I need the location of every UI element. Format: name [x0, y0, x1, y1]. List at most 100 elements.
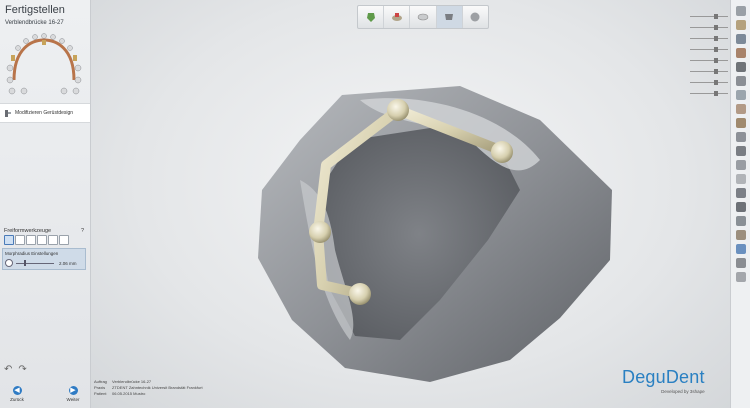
view-button-model[interactable] [384, 6, 411, 28]
zoom-icon[interactable] [736, 20, 746, 30]
right-toolbar [730, 0, 750, 408]
modify-framework-item[interactable]: Modifizieren Gerüstdesign [0, 103, 90, 123]
tooth-icon[interactable] [72, 87, 80, 95]
attachment-sphere[interactable] [491, 141, 513, 163]
radius-knob-icon[interactable] [5, 259, 13, 267]
texture-icon[interactable] [736, 230, 746, 240]
left-panel: Fertigstellen Verblendbrücke 16-27 Modif… [0, 0, 91, 408]
morph-tool-button[interactable] [4, 235, 14, 245]
opacity-slider[interactable] [690, 58, 728, 63]
case-info: Auftrag Verblendbrücke 16-27 Praxis ZTDENT… [94, 379, 203, 398]
tooth-icon[interactable] [60, 87, 68, 95]
tooth-icon[interactable] [74, 64, 82, 72]
fit-icon[interactable] [736, 62, 746, 72]
tooth-chart[interactable] [2, 28, 86, 96]
next-button[interactable]: ▶ Weiter [62, 386, 84, 402]
view-front-icon[interactable] [736, 76, 746, 86]
modify-label: Modifizieren Gerüstdesign [15, 110, 74, 116]
undo-redo: ↶ ↷ [4, 364, 27, 375]
tooth-icon[interactable] [8, 87, 16, 95]
tooth-icon[interactable] [59, 38, 65, 44]
smooth-tool-button[interactable] [37, 235, 47, 245]
occlusal-icon[interactable] [736, 118, 746, 128]
warning-icon[interactable] [736, 132, 746, 142]
attachment-sphere[interactable] [387, 99, 409, 121]
practice-value: ZTDENT Zahntechnik Universit Brandstät F… [112, 385, 203, 391]
measure-icon[interactable] [736, 188, 746, 198]
scale-tool-button[interactable] [48, 235, 58, 245]
eye-icon [417, 13, 429, 21]
opacity-slider[interactable] [690, 47, 728, 52]
radius-slider-thumb[interactable] [24, 259, 26, 266]
redo-icon[interactable]: ↷ [18, 364, 26, 375]
pan-icon[interactable] [736, 48, 746, 58]
section-icon[interactable] [736, 202, 746, 212]
tooth-icon[interactable] [6, 64, 14, 72]
dental-model[interactable] [91, 0, 730, 408]
help-icon[interactable] [736, 272, 746, 282]
tooth-icon[interactable] [6, 76, 14, 84]
view-button-solid[interactable] [436, 6, 463, 28]
tooth-icon[interactable] [41, 33, 47, 39]
info-icon[interactable] [736, 258, 746, 268]
tooth-icon[interactable] [23, 38, 29, 44]
color-icon[interactable] [736, 244, 746, 254]
back-label: Zurück [10, 397, 24, 402]
tooth-icon [366, 13, 375, 22]
opacity-slider[interactable] [690, 14, 728, 19]
abutment-icon [42, 40, 46, 45]
tooth-icon[interactable] [20, 87, 28, 95]
modify-tool-icon [5, 109, 11, 117]
attachment-sphere[interactable] [309, 221, 331, 243]
view-button-transparent[interactable] [410, 6, 437, 28]
opacity-slider[interactable] [690, 69, 728, 74]
view-back-icon[interactable] [736, 90, 746, 100]
opacity-slider[interactable] [690, 80, 728, 85]
radius-value: 2.06 mm [59, 260, 77, 266]
view-side-icon[interactable] [736, 104, 746, 114]
patient-label: Patient [94, 391, 107, 397]
tooth-icon[interactable] [67, 45, 73, 51]
freeform-tools-header: Freiformwerkzeuge ? [2, 226, 86, 235]
move-tool-button[interactable] [59, 235, 69, 245]
undo-icon[interactable]: ↶ [4, 364, 12, 375]
developed-by: Developed by 3shape [661, 389, 705, 394]
abutment-icon [73, 55, 77, 61]
freeform-toolbar [2, 235, 86, 245]
tooth-icon[interactable] [15, 45, 21, 51]
back-button[interactable]: ◀ Zurück [6, 386, 28, 402]
back-arrow-icon: ◀ [12, 386, 22, 395]
opacity-slider[interactable] [690, 25, 728, 30]
opacity-slider[interactable] [690, 91, 728, 96]
camera-icon[interactable] [736, 160, 746, 170]
help-icon[interactable]: ? [81, 228, 84, 234]
visibility-sliders [690, 6, 728, 96]
gloss-icon [470, 12, 480, 22]
morph-settings-title: Morphradius Einstellungen [5, 251, 59, 256]
settings-icon[interactable] [736, 6, 746, 16]
3d-viewport[interactable] [91, 0, 730, 408]
view-icon [391, 13, 402, 21]
attachment-sphere[interactable] [349, 283, 371, 305]
view-button-tooth[interactable] [358, 6, 385, 28]
remove-material-tool-button[interactable] [26, 235, 36, 245]
degudent-logo: DeguDent Developed by 3shape [622, 367, 705, 394]
rotate-icon[interactable] [736, 34, 746, 44]
layer-icon[interactable] [736, 174, 746, 184]
opacity-slider[interactable] [690, 36, 728, 41]
order-value: Verblendbrücke 16-27 [112, 379, 152, 384]
brand-name: DeguDent [622, 367, 705, 387]
distance-icon[interactable] [736, 146, 746, 156]
tooth-icon[interactable] [32, 34, 38, 40]
crosssection-icon[interactable] [736, 216, 746, 226]
abutment-icon [11, 55, 15, 61]
radius-slider[interactable] [16, 259, 54, 266]
case-subtitle: Verblendbrücke 16-27 [5, 20, 64, 26]
view-button-gloss[interactable] [463, 6, 488, 28]
tooth-icon[interactable] [50, 34, 56, 40]
next-arrow-icon: ▶ [68, 386, 78, 395]
freeform-tools-panel: Freiformwerkzeuge ? Morphradius Einstell… [2, 226, 86, 278]
view-toolbar [357, 5, 489, 29]
tooth-icon[interactable] [74, 76, 82, 84]
add-material-tool-button[interactable] [15, 235, 25, 245]
